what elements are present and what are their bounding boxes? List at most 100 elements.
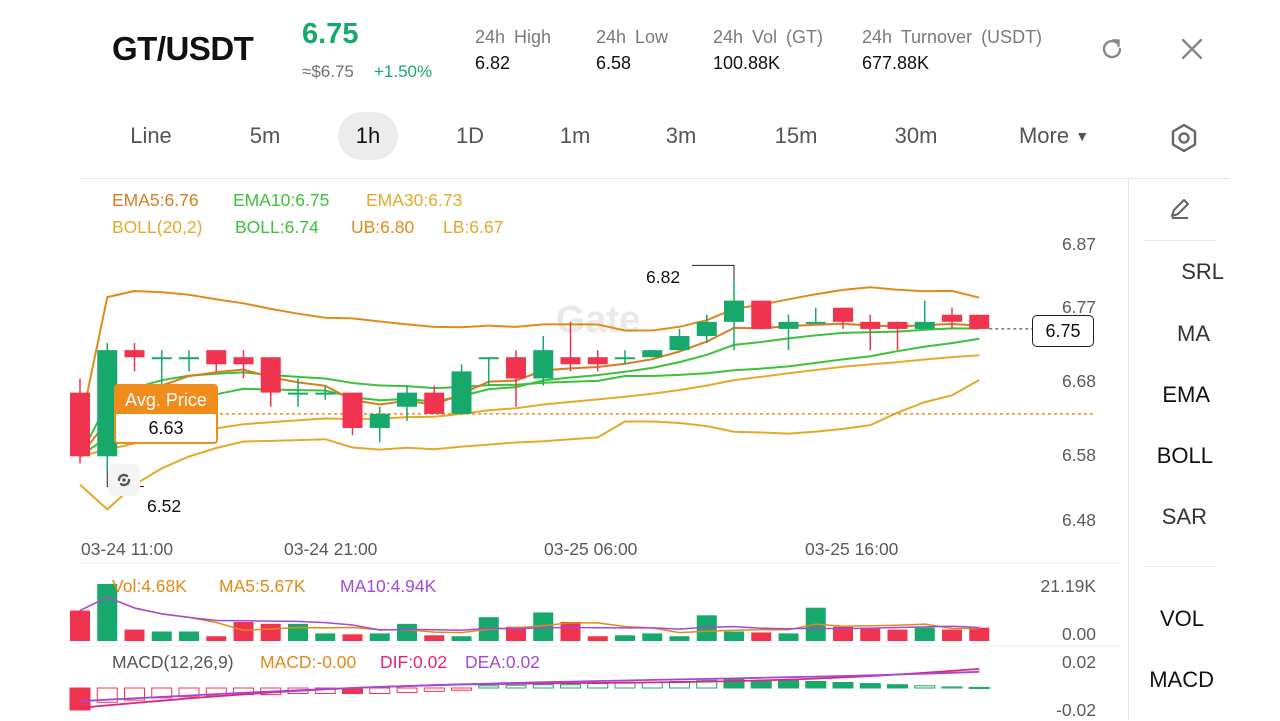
volume-bar — [288, 623, 308, 641]
volume-bar — [887, 629, 908, 641]
candle-body — [506, 357, 526, 379]
macd-bar — [914, 685, 936, 689]
volume-bar — [615, 635, 635, 641]
price-tick: 6.87 — [1061, 234, 1096, 254]
candle-body — [778, 321, 799, 329]
volume-bar — [778, 633, 799, 641]
price-tick: 6.68 — [1061, 371, 1096, 391]
volume-bar — [424, 635, 445, 641]
macd-params-label: MACD(12,26,9) — [112, 652, 234, 672]
candle-body — [724, 300, 744, 322]
candle-body — [124, 350, 145, 358]
candle-body — [206, 350, 227, 365]
volume-bar — [70, 610, 90, 641]
candle-body — [696, 321, 717, 336]
volume-bar — [179, 631, 199, 641]
volume-bar — [669, 636, 690, 641]
macd-bar — [478, 685, 500, 689]
volume-bar — [642, 633, 663, 641]
macd-bar — [887, 684, 908, 689]
side-item-macd[interactable]: MACD — [1149, 667, 1214, 693]
candle-body — [860, 321, 881, 329]
high-marker-label: 6.82 — [646, 267, 681, 287]
candle-body — [805, 321, 826, 324]
drawing-tool-icon[interactable] — [108, 464, 140, 496]
candle-body — [369, 413, 390, 428]
price-chart[interactable]: Gate — [0, 0, 1280, 720]
candle-body — [424, 392, 445, 414]
candle-body — [70, 392, 90, 457]
volume-bar — [124, 629, 145, 641]
macd-bar — [423, 687, 445, 692]
volume-bar — [260, 623, 281, 641]
macd-dif-label: DIF:0.02 — [380, 652, 448, 672]
macd-bar — [805, 680, 827, 689]
price-tick: 6.58 — [1061, 445, 1096, 465]
vol-ma5-label: MA5:5.67K — [219, 576, 306, 596]
volume-bar — [151, 631, 172, 641]
volume-bar — [560, 621, 581, 641]
volume-bar — [860, 628, 881, 641]
candle-body — [914, 321, 935, 329]
volume-bar — [233, 621, 254, 641]
side-item-ma[interactable]: MA — [1177, 321, 1210, 347]
volume-axis-max: 21.19K — [1040, 576, 1096, 596]
macd-bar — [396, 687, 418, 693]
macd-bar — [587, 683, 609, 689]
macd-bar — [859, 683, 881, 689]
candle-body — [942, 314, 962, 322]
time-tick: 03-24 21:00 — [284, 539, 378, 559]
volume-bar — [724, 631, 744, 641]
macd-bar — [832, 682, 854, 689]
candle-body — [233, 357, 254, 365]
macd-bar — [451, 687, 472, 691]
macd-bar — [369, 687, 391, 694]
candle-body — [151, 357, 172, 360]
candle-body — [969, 314, 990, 329]
macd-axis-max: 0.02 — [1061, 652, 1096, 672]
macd-bar — [614, 682, 636, 689]
macd-axis-min: -0.02 — [1056, 700, 1096, 720]
macd-bar — [968, 686, 990, 689]
macd-bar — [560, 684, 581, 689]
candle-body — [615, 357, 635, 360]
macd-dea-label: DEA:0.02 — [465, 652, 540, 672]
volume-bar — [206, 636, 227, 641]
avg-price-title: Avg. Price — [116, 386, 216, 414]
candle-body — [533, 350, 554, 379]
volume-ma10-line — [79, 596, 980, 631]
side-item-sar[interactable]: SAR — [1162, 504, 1207, 530]
candle-body — [669, 336, 690, 351]
candle-body — [642, 350, 663, 358]
candle-body — [397, 392, 417, 407]
candle-body — [451, 371, 472, 414]
volume-bar — [969, 627, 990, 641]
macd-bar — [941, 686, 963, 689]
volume-bar — [751, 632, 772, 641]
candle-body — [751, 300, 772, 329]
volume-axis-min: 0.00 — [1061, 624, 1096, 644]
candle-body — [478, 357, 499, 360]
macd-value-label: MACD:-0.00 — [260, 652, 357, 672]
price-tick: 6.48 — [1061, 510, 1096, 530]
candle-body — [179, 357, 199, 360]
low-marker-label: 6.52 — [147, 496, 182, 516]
volume-bar — [315, 633, 336, 641]
time-tick: 03-25 16:00 — [805, 539, 899, 559]
macd-bar — [532, 684, 554, 689]
volume-bar — [587, 636, 608, 641]
side-item-ema[interactable]: EMA — [1162, 382, 1210, 408]
side-item-srl[interactable]: SRL — [1181, 259, 1224, 285]
time-tick: 03-25 06:00 — [544, 539, 638, 559]
pencil-icon[interactable] — [1166, 194, 1194, 222]
candle-body — [288, 392, 308, 395]
volume-bar — [942, 629, 962, 641]
candle-body — [560, 357, 581, 365]
candle-body — [833, 307, 853, 322]
candle-body — [260, 357, 281, 393]
volume-bar — [451, 636, 472, 641]
side-item-boll[interactable]: BOLL — [1157, 443, 1213, 469]
side-item-vol[interactable]: VOL — [1160, 606, 1204, 632]
avg-price-box: Avg. Price 6.63 — [114, 384, 218, 444]
vol-ma10-label: MA10:4.94K — [340, 576, 437, 596]
